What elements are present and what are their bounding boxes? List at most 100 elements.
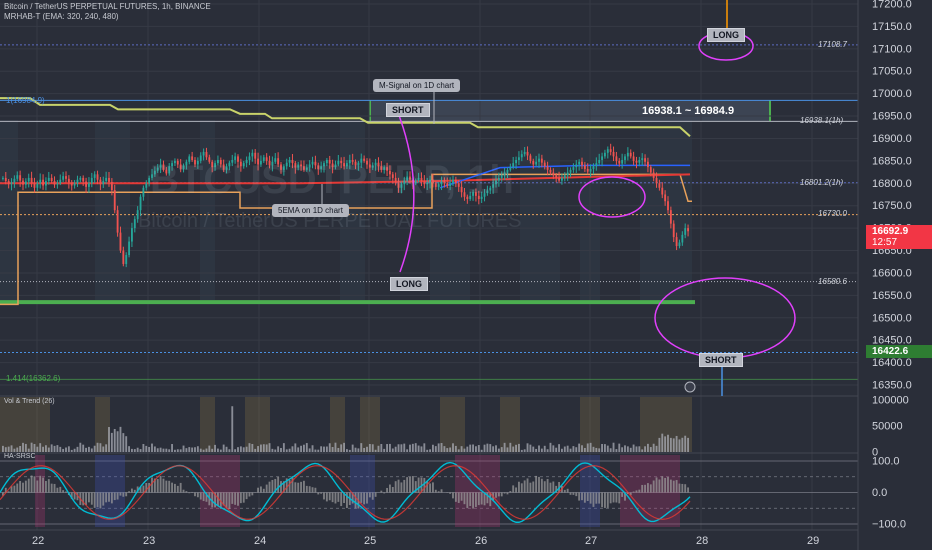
volume-bar	[566, 445, 569, 452]
candle-body	[53, 181, 56, 185]
short-tag-top[interactable]: SHORT	[386, 103, 430, 117]
osc-bar	[606, 492, 609, 508]
volume-bar	[371, 444, 374, 452]
volume-bar	[472, 444, 474, 452]
osc-bar	[457, 492, 460, 503]
osc-bar	[65, 491, 67, 493]
osc-bar	[432, 482, 434, 493]
volume-bar	[174, 449, 176, 452]
volume-bar	[268, 443, 271, 452]
candle-body	[156, 167, 159, 171]
volume-bar	[598, 448, 601, 452]
price-chart[interactable]: 17200.0 17150.0 17100.0 17050.0 17000.0 16950…	[0, 0, 932, 550]
candle-body	[153, 170, 156, 175]
volume-bar	[93, 445, 96, 452]
osc-bar	[578, 492, 581, 501]
osc-bar	[176, 485, 179, 493]
osc-bar	[33, 476, 36, 493]
sema-callout[interactable]: 5EMA on 1D chart	[272, 204, 349, 217]
candle-body	[10, 182, 13, 185]
candle-body	[231, 159, 234, 163]
osc-bar	[260, 486, 262, 493]
volume-bar	[179, 449, 182, 452]
volume-bar	[457, 449, 460, 452]
volume-bar	[10, 445, 13, 452]
candle-body	[168, 166, 171, 174]
candle-body	[76, 179, 79, 184]
osc-bar	[305, 485, 308, 493]
candle-body	[337, 160, 340, 165]
volume-bar	[446, 448, 449, 452]
osc-bar	[681, 483, 684, 493]
osc-bar	[669, 479, 672, 493]
osc-bar	[437, 491, 440, 493]
osc-bar	[108, 492, 110, 502]
time-tick-label: 26	[475, 535, 487, 547]
long-tag-top[interactable]: LONG	[707, 28, 745, 42]
osc-bar	[323, 492, 325, 500]
volume-bar	[366, 446, 368, 452]
short-tag-bottom[interactable]: SHORT	[699, 353, 743, 367]
volume-bar	[205, 448, 208, 452]
candle-body	[684, 228, 687, 235]
price-tick-label: 16900.0	[872, 133, 912, 145]
osc-bar	[228, 492, 231, 509]
volume-bar	[65, 447, 67, 452]
osc-bar	[667, 477, 669, 493]
candle-body	[675, 237, 678, 247]
volume-bar	[561, 448, 563, 452]
osc-bar	[615, 492, 618, 503]
osc-bar	[53, 483, 56, 493]
volume-bar	[463, 448, 466, 452]
candle-body	[454, 179, 457, 184]
osc-bar	[22, 482, 24, 493]
candle-body	[285, 162, 288, 167]
volume-bar	[185, 448, 188, 452]
candle-body	[119, 232, 122, 251]
osc-bar	[62, 490, 65, 493]
osc-bar	[632, 491, 635, 493]
m-signal-callout[interactable]: M-Signal on 1D chart	[373, 79, 461, 92]
osc-bar	[575, 492, 578, 497]
candle-body	[572, 167, 575, 170]
current-price: 16692.9	[872, 226, 909, 237]
candle-body	[394, 177, 397, 184]
volume-bar	[308, 448, 311, 452]
time-tick-label: 23	[143, 535, 155, 547]
volume-bar	[437, 443, 440, 452]
candle-body	[437, 184, 440, 187]
candle-body	[260, 160, 262, 165]
fib-level-bottom-label: 1.414(16362.6)	[6, 374, 61, 383]
osc-bar	[90, 492, 93, 505]
time-tick-label: 29	[807, 535, 819, 547]
osc-bar	[440, 489, 443, 493]
volume-bar	[33, 443, 36, 452]
candle-body	[79, 177, 82, 180]
long-tag-mid[interactable]: LONG	[390, 277, 428, 291]
osc-bar	[406, 477, 409, 493]
volume-bar	[575, 447, 578, 452]
candle-body	[529, 155, 532, 161]
osc-bar	[604, 492, 606, 508]
candle-body	[509, 167, 512, 170]
volume-bar	[609, 448, 612, 452]
price-tick-label: 16950.0	[872, 111, 912, 123]
osc-bar	[291, 476, 294, 493]
volume-bar	[604, 444, 606, 452]
volume-bar	[466, 446, 469, 452]
candle-body	[73, 183, 76, 186]
candle-body	[277, 158, 280, 165]
volume-bar	[56, 445, 59, 452]
candle-body	[19, 175, 22, 181]
candle-body	[162, 164, 165, 170]
candle-body	[59, 179, 62, 184]
osc-bar	[280, 481, 282, 493]
volume-bar	[320, 446, 323, 452]
volume-bar	[360, 443, 363, 452]
osc-bar	[188, 492, 191, 494]
candle-body	[626, 152, 629, 157]
volume-bar	[363, 447, 366, 452]
osc-bar	[360, 492, 363, 503]
volume-bar	[647, 443, 649, 452]
candle-body	[245, 159, 248, 164]
